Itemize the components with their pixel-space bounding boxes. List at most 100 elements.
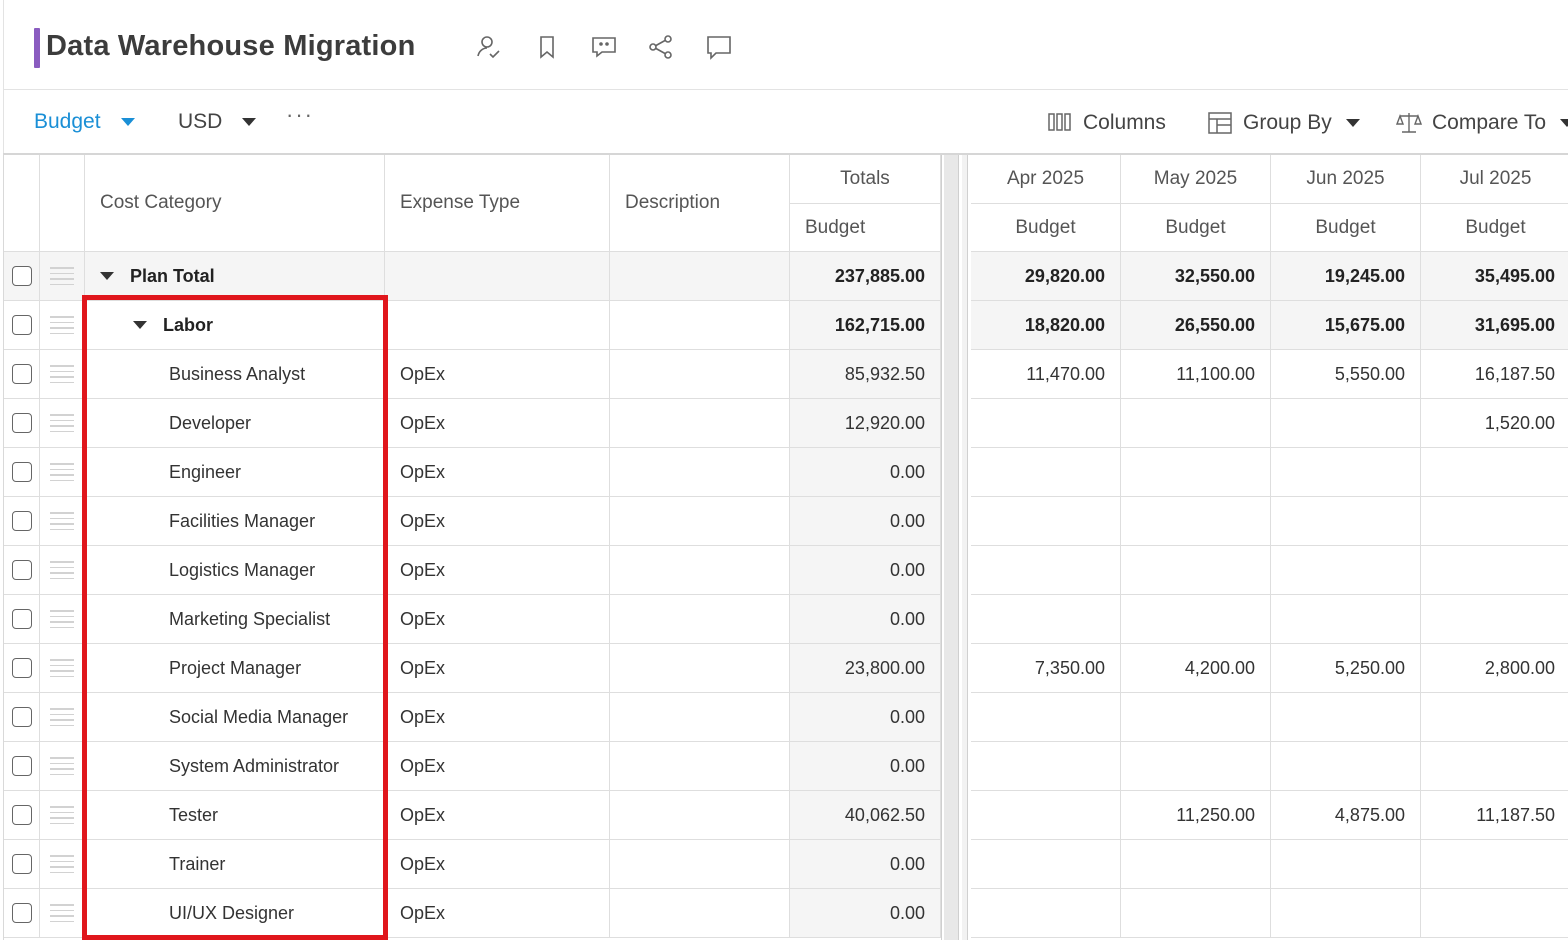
drag-handle-icon[interactable] (50, 414, 74, 432)
expense-type-cell[interactable]: OpEx (385, 350, 610, 399)
comment-icon[interactable] (704, 32, 734, 62)
month-budget-cell[interactable] (971, 546, 1121, 595)
collapse-triangle-icon[interactable] (100, 272, 114, 280)
drag-handle-icon[interactable] (50, 512, 74, 530)
month-budget-cell[interactable]: 32,550.00 (1121, 252, 1271, 301)
month-budget-cell[interactable] (1271, 595, 1421, 644)
description-cell[interactable] (610, 595, 790, 644)
month-budget-cell[interactable] (1121, 399, 1271, 448)
month-budget-cell[interactable] (971, 791, 1121, 840)
frozen-pane-splitter[interactable] (941, 155, 971, 940)
description-cell[interactable] (610, 742, 790, 791)
month-budget-cell[interactable] (1121, 840, 1271, 889)
month-budget-cell[interactable] (1421, 840, 1568, 889)
month-budget-cell[interactable] (971, 742, 1121, 791)
column-header-month[interactable]: Jul 2025 (1421, 155, 1568, 204)
month-budget-cell[interactable]: 26,550.00 (1121, 301, 1271, 350)
expense-type-cell[interactable]: OpEx (385, 595, 610, 644)
month-budget-cell[interactable] (1421, 889, 1568, 938)
month-budget-cell[interactable]: 18,820.00 (971, 301, 1121, 350)
description-cell[interactable] (610, 497, 790, 546)
row-checkbox[interactable] (11, 707, 32, 727)
drag-handle-icon[interactable] (50, 561, 74, 579)
expense-type-cell[interactable]: OpEx (385, 840, 610, 889)
description-cell[interactable] (610, 644, 790, 693)
cost-category-cell[interactable]: Labor (85, 301, 385, 350)
month-budget-cell[interactable] (971, 889, 1121, 938)
month-budget-cell[interactable] (1121, 693, 1271, 742)
expense-type-cell[interactable]: OpEx (385, 546, 610, 595)
month-budget-cell[interactable]: 11,100.00 (1121, 350, 1271, 399)
cost-category-cell[interactable]: Plan Total (85, 252, 385, 301)
row-checkbox[interactable] (11, 854, 32, 874)
share-icon[interactable] (646, 32, 676, 62)
column-header-month[interactable]: May 2025 (1121, 155, 1271, 204)
month-budget-cell[interactable] (1271, 840, 1421, 889)
row-checkbox[interactable] (11, 266, 32, 286)
month-budget-cell[interactable] (971, 595, 1121, 644)
expense-type-cell[interactable]: OpEx (385, 497, 610, 546)
group-by-dropdown[interactable]: Group By (1207, 110, 1360, 136)
row-checkbox[interactable] (11, 560, 32, 580)
month-budget-cell[interactable] (1121, 448, 1271, 497)
drag-handle-icon[interactable] (50, 708, 74, 726)
cost-category-cell[interactable]: Business Analyst (85, 350, 385, 399)
user-check-icon[interactable] (474, 32, 504, 62)
expense-type-cell[interactable]: OpEx (385, 791, 610, 840)
month-budget-cell[interactable]: 5,550.00 (1271, 350, 1421, 399)
description-cell[interactable] (610, 693, 790, 742)
month-budget-cell[interactable]: 4,875.00 (1271, 791, 1421, 840)
month-budget-cell[interactable] (1421, 546, 1568, 595)
cost-category-cell[interactable]: Social Media Manager (85, 693, 385, 742)
month-budget-cell[interactable]: 15,675.00 (1271, 301, 1421, 350)
drag-handle-icon[interactable] (50, 659, 74, 677)
month-budget-cell[interactable] (1271, 742, 1421, 791)
description-cell[interactable] (610, 546, 790, 595)
description-cell[interactable] (610, 350, 790, 399)
month-budget-cell[interactable] (971, 497, 1121, 546)
column-header-totals[interactable]: Totals (790, 155, 941, 204)
month-budget-cell[interactable] (971, 693, 1121, 742)
month-budget-cell[interactable] (1421, 497, 1568, 546)
month-budget-cell[interactable] (1121, 889, 1271, 938)
month-budget-cell[interactable]: 19,245.00 (1271, 252, 1421, 301)
cost-category-cell[interactable]: Logistics Manager (85, 546, 385, 595)
currency-dropdown[interactable]: USD (178, 110, 257, 134)
month-budget-cell[interactable] (1121, 546, 1271, 595)
expense-type-cell[interactable]: OpEx (385, 889, 610, 938)
columns-button[interactable]: Columns (1047, 110, 1166, 136)
month-budget-cell[interactable] (1421, 448, 1568, 497)
more-options-button[interactable]: ··· (286, 102, 314, 128)
row-checkbox[interactable] (11, 462, 32, 482)
bookmark-icon[interactable] (532, 32, 562, 62)
column-header-month[interactable]: Jun 2025 (1271, 155, 1421, 204)
cost-category-cell[interactable]: System Administrator (85, 742, 385, 791)
month-budget-cell[interactable] (1271, 889, 1421, 938)
month-budget-cell[interactable]: 11,470.00 (971, 350, 1121, 399)
month-budget-cell[interactable]: 16,187.50 (1421, 350, 1568, 399)
month-budget-cell[interactable] (1121, 595, 1271, 644)
month-budget-cell[interactable] (1271, 693, 1421, 742)
expense-type-cell[interactable] (385, 252, 610, 301)
expense-type-cell[interactable]: OpEx (385, 399, 610, 448)
drag-handle-icon[interactable] (50, 267, 74, 285)
month-budget-cell[interactable]: 1,520.00 (1421, 399, 1568, 448)
expense-type-cell[interactable]: OpEx (385, 693, 610, 742)
row-checkbox[interactable] (11, 364, 32, 384)
drag-handle-icon[interactable] (50, 806, 74, 824)
expense-type-cell[interactable] (385, 301, 610, 350)
description-cell[interactable] (610, 252, 790, 301)
drag-handle-icon[interactable] (50, 904, 74, 922)
column-header-expense-type[interactable]: Expense Type (385, 155, 610, 252)
month-budget-cell[interactable] (971, 840, 1121, 889)
row-checkbox[interactable] (11, 511, 32, 531)
expense-type-cell[interactable]: OpEx (385, 742, 610, 791)
month-budget-cell[interactable] (1421, 742, 1568, 791)
comment-dots-icon[interactable] (589, 32, 619, 62)
cost-category-cell[interactable]: Facilities Manager (85, 497, 385, 546)
description-cell[interactable] (610, 840, 790, 889)
month-budget-cell[interactable] (1271, 448, 1421, 497)
month-budget-cell[interactable] (1121, 742, 1271, 791)
drag-handle-icon[interactable] (50, 316, 74, 334)
month-budget-cell[interactable] (1421, 693, 1568, 742)
